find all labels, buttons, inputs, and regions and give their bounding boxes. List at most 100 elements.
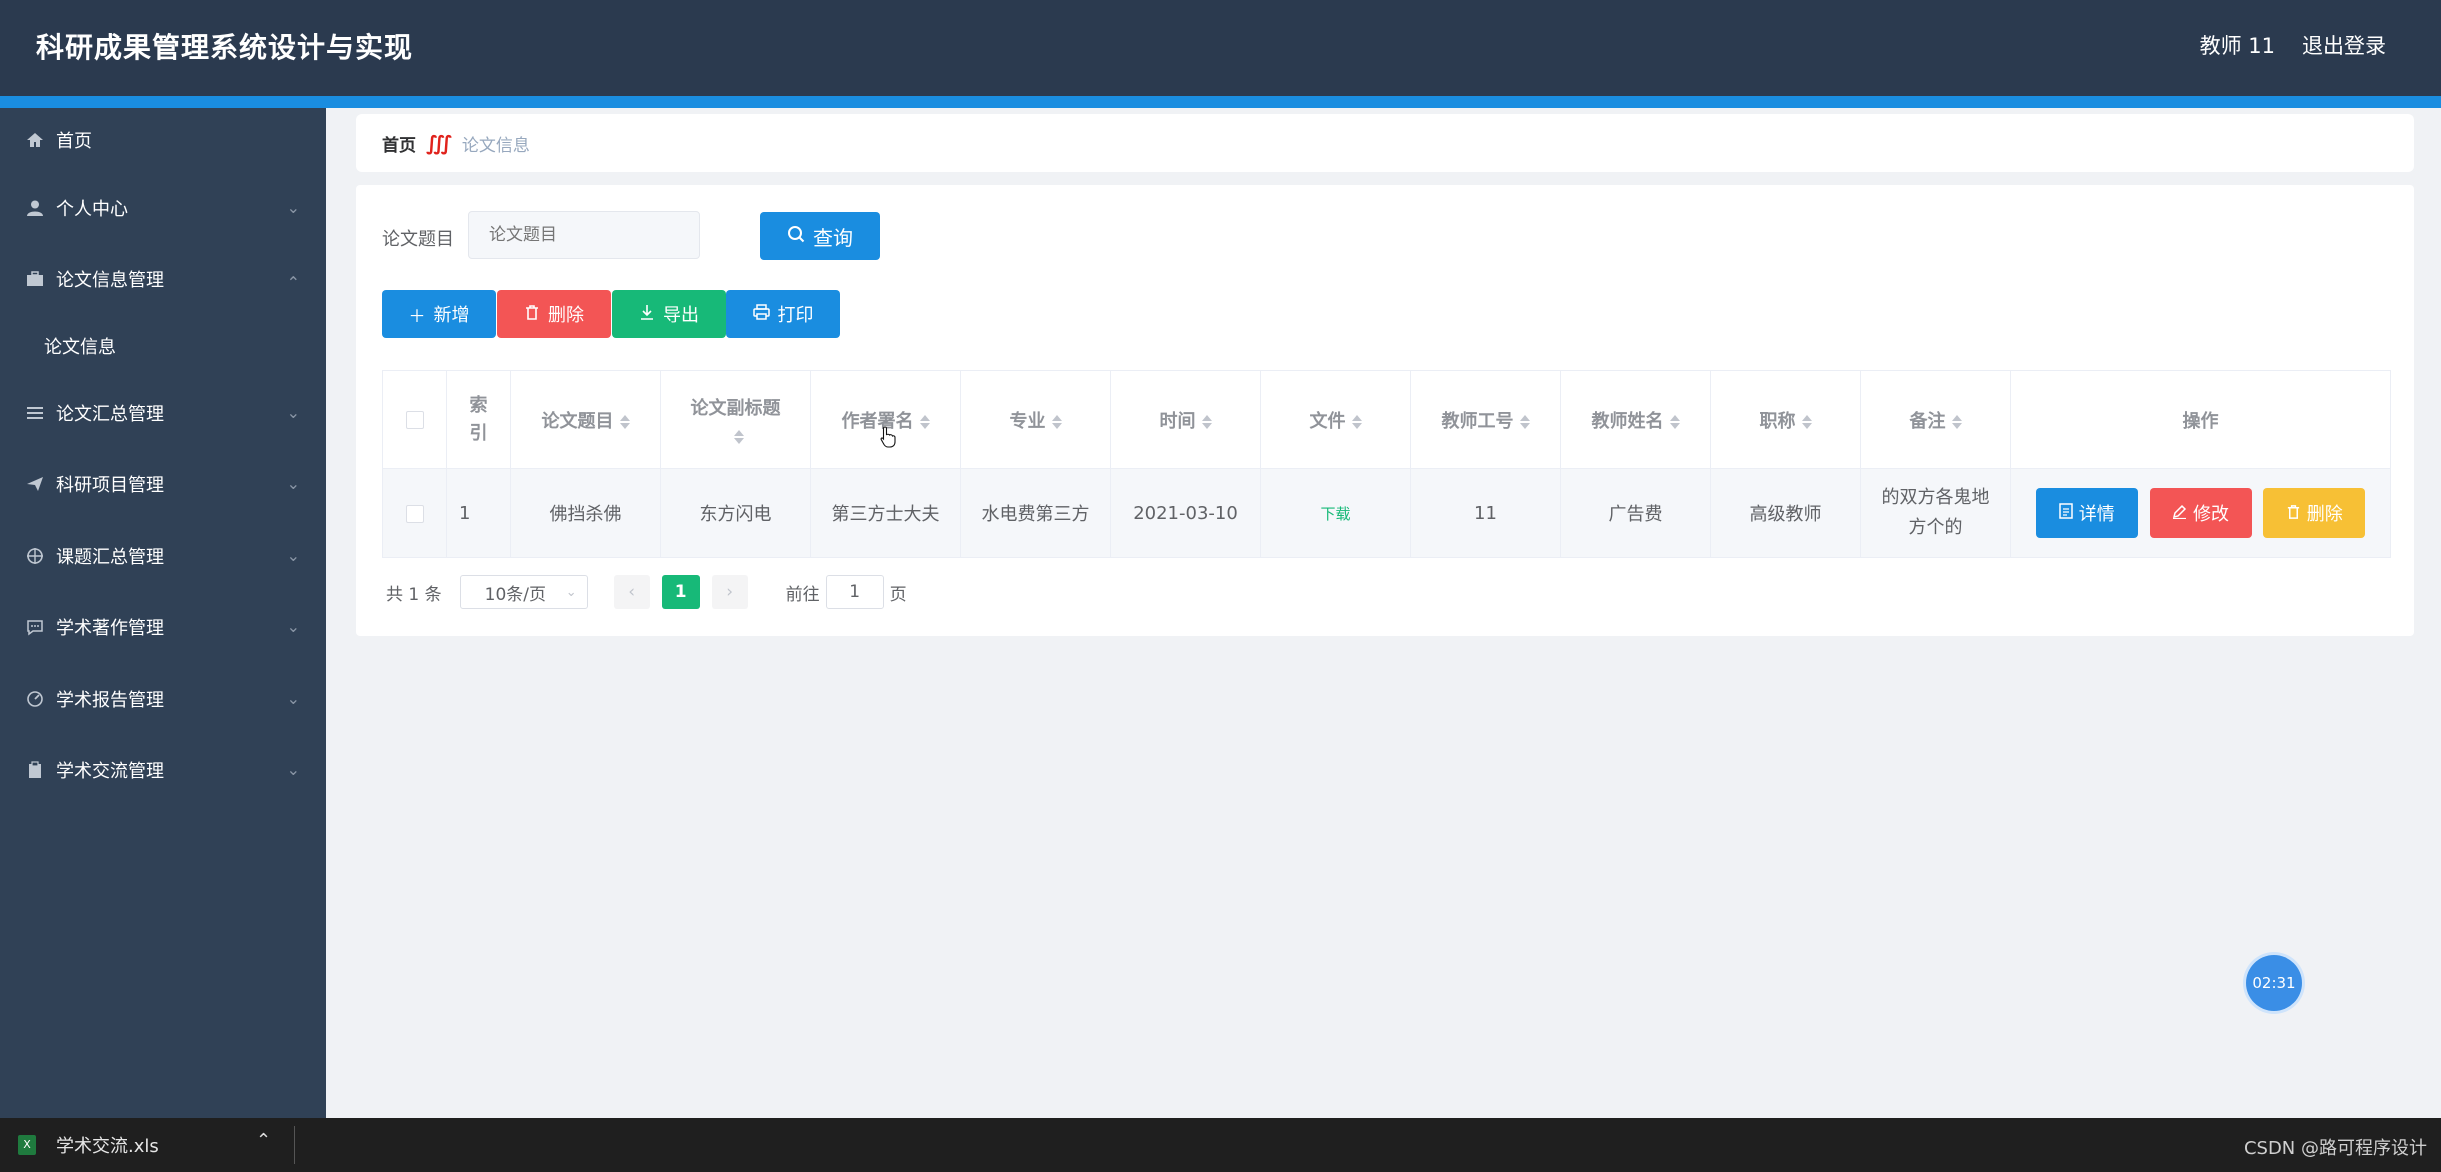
top-header: 科研成果管理系统设计与实现 教师 11 退出登录 [0,0,2441,96]
chevron-down-icon: ⌄ [286,474,300,494]
sidebar-item-topic-summary-management[interactable]: 课题汇总管理 ⌄ [0,520,326,592]
trash-icon [2286,503,2301,524]
sort-icon[interactable] [1202,413,1212,431]
sidebar-item-paper-summary-management[interactable]: 论文汇总管理 ⌄ [0,377,326,449]
export-button-label: 导出 [663,305,699,326]
select-all-checkbox[interactable] [382,370,447,469]
sidebar-item-label: 个人中心 [56,198,128,220]
detail-button[interactable]: 详情 [2035,488,2138,538]
chevron-down-icon: ⌄ [286,402,300,422]
search-icon [787,225,805,248]
breadcrumb-separator-icon: ∭ [426,131,452,155]
print-button-label: 打印 [777,305,814,326]
app-window: 科研成果管理系统设计与实现 教师 11 退出登录 首页 个人中心 ⌄ 论文信息管… [0,0,2441,1172]
prev-page-button[interactable]: ‹ [613,575,650,609]
current-user: 教师 11 [2199,34,2275,58]
sort-icon[interactable] [620,413,630,431]
trash-icon [524,304,540,325]
recording-timer[interactable]: 02:31 [2246,955,2302,1011]
sort-icon[interactable] [1952,413,1962,431]
search-input[interactable] [468,211,700,259]
breadcrumb-home[interactable]: 首页 [382,131,416,156]
cell-teacher-id: 11 [1410,468,1561,558]
home-icon [24,129,46,151]
next-page-button[interactable]: › [711,575,748,609]
sort-icon[interactable] [1520,413,1530,431]
chevron-down-icon: ⌄ [286,760,300,780]
row-checkbox[interactable] [382,468,447,558]
query-button[interactable]: 查询 [760,212,880,260]
table-header-row: 索引 论文题目 论文副标题 作者署名 专业 时间 文件 教师工号 教师姓名 职称… [382,370,2391,469]
cell-index: 1 [446,468,511,558]
col-header-actions: 操作 [2010,370,2391,469]
search-label: 论文题目 [382,229,454,250]
printer-icon [752,303,770,325]
col-header-remark[interactable]: 备注 [1860,370,2011,469]
delete-button[interactable]: 删除 [2263,488,2366,538]
edit-icon [2172,503,2187,524]
sidebar-item-label: 课题汇总管理 [56,546,164,568]
paper-table: 索引 论文题目 论文副标题 作者署名 专业 时间 文件 教师工号 教师姓名 职称… [382,370,2391,558]
edit-button[interactable]: 修改 [2149,488,2252,538]
pagination-total: 共 1 条 [386,584,442,605]
sort-icon[interactable] [734,428,744,446]
col-header-major[interactable]: 专业 [960,370,1111,469]
chevron-up-icon: ⌃ [286,273,300,293]
sidebar-item-academic-report-management[interactable]: 学术报告管理 ⌄ [0,663,326,735]
batch-delete-button[interactable]: 删除 [497,290,611,338]
col-header-author[interactable]: 作者署名 [810,370,961,469]
sort-icon[interactable] [1802,413,1812,431]
detail-button-label: 详情 [2078,504,2115,525]
download-icon [639,304,655,325]
col-header-title[interactable]: 论文题目 [510,370,661,469]
sidebar-item-personal-center[interactable]: 个人中心 ⌄ [0,172,326,244]
cell-actions: 详情 修改 删除 [2010,468,2391,558]
add-button-label: 新增 [433,305,470,326]
main-card: 论文题目 查询 ＋ 新增 删除 导出 打印 [356,185,2414,636]
col-header-teacher-id[interactable]: 教师工号 [1410,370,1561,469]
sidebar-item-academic-exchange-management[interactable]: 学术交流管理 ⌄ [0,735,326,807]
dashboard-icon [24,688,46,710]
plus-icon: ＋ [408,306,426,327]
logout-link[interactable]: 退出登录 [2302,30,2386,60]
col-header-teacher-name[interactable]: 教师姓名 [1560,370,1711,469]
chevron-up-icon[interactable]: ⌃ [256,1130,271,1151]
sidebar-subitem-paper-info[interactable]: 论文信息 [0,315,326,377]
sidebar-item-academic-works-management[interactable]: 学术著作管理 ⌄ [0,592,326,664]
print-button[interactable]: 打印 [726,290,840,338]
document-icon [2059,502,2073,524]
file-download-link[interactable]: 下载 [1320,505,1350,523]
col-header-rank[interactable]: 职称 [1710,370,1861,469]
sidebar-item-paper-info-management[interactable]: 论文信息管理 ⌃ [0,244,326,316]
sidebar-item-label: 首页 [56,131,92,152]
cell-title: 佛挡杀佛 [510,468,661,558]
cell-time: 2021-03-10 [1110,468,1261,558]
delete-button-label: 删除 [2306,504,2343,525]
downloaded-file[interactable]: X 学术交流.xls [18,1132,159,1158]
sort-icon[interactable] [920,413,930,431]
add-button[interactable]: ＋ 新增 [382,290,496,338]
sidebar: 首页 个人中心 ⌄ 论文信息管理 ⌃ 论文信息 论文汇总管理 ⌄ 科研项目管理 … [0,108,326,1118]
sidebar-item-label: 论文汇总管理 [56,403,164,425]
export-button[interactable]: 导出 [612,290,726,338]
col-header-subtitle[interactable]: 论文副标题 [660,370,811,469]
chevron-down-icon: ⌄ [565,584,577,600]
target-icon [24,545,46,567]
sort-icon[interactable] [1352,413,1362,431]
chevron-down-icon: ⌄ [286,545,300,565]
page-size-select[interactable]: 10条/页 ⌄ [459,575,588,609]
sort-icon[interactable] [1052,413,1062,431]
app-title: 科研成果管理系统设计与实现 [36,31,414,64]
download-bar: X 学术交流.xls ⌃ CSDN @路可程序设计 [0,1118,2441,1172]
sidebar-item-research-project-management[interactable]: 科研项目管理 ⌄ [0,449,326,521]
sidebar-item-label: 论文信息管理 [56,270,164,292]
goto-page-input[interactable]: 1 [825,575,884,609]
sidebar-item-home[interactable]: 首页 [0,108,326,172]
col-header-time[interactable]: 时间 [1110,370,1261,469]
sidebar-item-label: 学术著作管理 [56,618,164,640]
downloaded-file-name: 学术交流.xls [56,1136,159,1157]
col-header-file[interactable]: 文件 [1260,370,1411,469]
page-number-current[interactable]: 1 [661,575,700,609]
briefcase-icon [24,268,46,290]
sort-icon[interactable] [1670,413,1680,431]
